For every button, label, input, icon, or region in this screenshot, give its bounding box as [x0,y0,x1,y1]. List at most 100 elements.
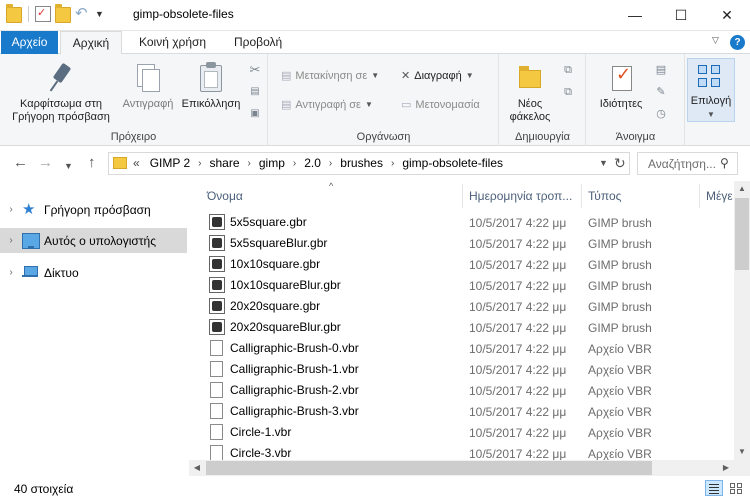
breadcrumb-item[interactable]: 2.0 [304,156,321,170]
new-folder-button[interactable]: Νέος φάκελος [504,62,556,124]
search-input[interactable]: Αναζήτηση... ⚲ [637,152,738,175]
paste-shortcut-icon[interactable]: ▣ [247,106,263,122]
table-row[interactable]: 20x20squareBlur.gbr 10/5/2017 4:22 μμ GI… [201,317,734,338]
table-row[interactable]: Calligraphic-Brush-1.vbr 10/5/2017 4:22 … [201,359,734,380]
column-header-date[interactable]: Ημερομηνία τροπ... [463,184,582,208]
scroll-up-icon[interactable]: ▲ [734,181,750,197]
file-icon [210,445,223,460]
chevron-right-icon[interactable]: › [391,158,394,169]
file-date: 10/5/2017 4:22 μμ [469,300,567,314]
help-icon[interactable]: ? [730,35,745,50]
table-row[interactable]: Calligraphic-Brush-3.vbr 10/5/2017 4:22 … [201,401,734,422]
refresh-icon[interactable]: ↻ [614,153,626,174]
column-header-size[interactable]: Μέγε [700,184,734,208]
new-folder-icon[interactable] [55,4,71,23]
ribbon: Καρφίτσωμα στη Γρήγορη πρόσβαση Αντιγραφ… [0,54,750,146]
close-button[interactable]: ✕ [704,0,750,30]
scrollbar-corner [734,460,750,476]
breadcrumb-item[interactable]: GIMP 2 [150,156,190,170]
chevron-right-icon[interactable]: › [293,158,296,169]
scroll-left-icon[interactable]: ◀ [189,460,205,476]
maximize-button[interactable]: ☐ [658,0,704,30]
organize-group: ▤ Μετακίνηση σε ▼ ▤ Αντιγραφή σε ▼ ✕ Δια… [269,54,499,146]
new-item-icon[interactable]: ⧉ [560,62,576,78]
tab-file[interactable]: Αρχείο [1,31,58,54]
paste-label: Επικόλληση [181,98,241,110]
scroll-down-icon[interactable]: ▼ [734,444,750,460]
table-row[interactable]: 5x5square.gbr 10/5/2017 4:22 μμ GIMP bru… [201,212,734,233]
chevron-right-icon[interactable]: › [329,158,332,169]
expand-arrow-icon[interactable]: › [0,235,22,246]
cut-icon[interactable]: ✂ [247,62,263,78]
open-icon[interactable]: ▤ [653,62,669,78]
breadcrumb-item[interactable]: gimp-obsolete-files [402,156,503,170]
table-row[interactable]: 10x10squareBlur.gbr 10/5/2017 4:22 μμ GI… [201,275,734,296]
file-date: 10/5/2017 4:22 μμ [469,384,567,398]
table-row[interactable]: 20x20square.gbr 10/5/2017 4:22 μμ GIMP b… [201,296,734,317]
breadcrumb-item[interactable]: gimp [259,156,285,170]
folder-icon [113,157,127,169]
expand-arrow-icon[interactable]: › [0,204,22,215]
paste-button[interactable]: Επικόλληση [180,62,242,111]
tab-view[interactable]: Προβολή [226,31,290,54]
file-type: GIMP brush [588,321,652,335]
column-header-type[interactable]: Τύπος [582,184,700,208]
scrollbar-thumb[interactable] [206,461,652,475]
breadcrumb-item[interactable]: share [210,156,240,170]
properties-icon[interactable] [35,6,51,22]
nav-item-quick-access[interactable]: › ★ Γρήγορη πρόσβαση [0,197,187,222]
rename-icon: ▭ [401,99,412,111]
recent-locations-icon[interactable]: ▼ [64,156,73,176]
scrollbar-thumb[interactable] [735,198,749,270]
table-row[interactable]: 10x10square.gbr 10/5/2017 4:22 μμ GIMP b… [201,254,734,275]
copy-path-icon[interactable]: ▤ [247,84,263,100]
search-placeholder: Αναζήτηση... [648,157,716,171]
minimize-button[interactable]: — [612,0,658,30]
file-name: Calligraphic-Brush-1.vbr [230,362,359,376]
address-dropdown-icon[interactable]: ▼ [599,158,608,168]
horizontal-scrollbar[interactable]: ◀ ▶ [189,460,734,476]
forward-arrow-icon[interactable]: → [38,153,53,173]
tab-share[interactable]: Κοινή χρήση [131,31,214,54]
large-icons-view-button[interactable] [727,480,745,496]
copy-to-button[interactable]: ▤ Αντιγραφή σε ▼ [281,96,373,114]
delete-button[interactable]: ✕ Διαγραφή ▼ [401,67,474,85]
table-row[interactable]: 5x5squareBlur.gbr 10/5/2017 4:22 μμ GIMP… [201,233,734,254]
tab-home[interactable]: Αρχική [60,31,122,55]
edit-icon[interactable]: ✎ [653,84,669,100]
expand-arrow-icon[interactable]: › [0,267,22,278]
select-button[interactable]: Επιλογή ▼ [687,58,735,122]
address-bar[interactable]: « GIMP 2 › share › gimp › 2.0 › brushes … [108,152,630,175]
properties-button[interactable]: ✓ Ιδιότητες [593,62,649,111]
history-icon[interactable]: ◷ [653,106,669,122]
pin-to-quick-access-button[interactable]: Καρφίτσωμα στη Γρήγορη πρόσβαση [6,62,116,124]
nav-item-this-pc[interactable]: › Αυτός ο υπολογιστής [0,228,187,253]
expand-ribbon-icon[interactable]: ▽ [712,35,719,46]
column-header-name[interactable]: Όνομα [201,184,463,208]
nav-item-network[interactable]: › Δίκτυο [0,260,187,285]
table-row[interactable]: Circle-1.vbr 10/5/2017 4:22 μμ Αρχείο VB… [201,422,734,443]
chevron-right-icon[interactable]: › [248,158,251,169]
details-view-button[interactable] [705,480,723,496]
easy-access-icon[interactable]: ⧉ [560,84,576,100]
breadcrumb-item[interactable]: brushes [340,156,383,170]
organize-group-label: Οργάνωση [356,131,411,143]
scroll-right-icon[interactable]: ▶ [718,460,734,476]
vertical-scrollbar[interactable]: ▲ ▼ [734,181,750,460]
breadcrumb-overflow[interactable]: « [133,156,140,170]
table-row[interactable]: Calligraphic-Brush-0.vbr 10/5/2017 4:22 … [201,338,734,359]
rename-button[interactable]: ▭ Μετονομασία [401,96,480,114]
quick-access-toolbar: ↶ ▼ [6,4,104,23]
folder-icon[interactable] [6,4,22,23]
move-to-button[interactable]: ▤ Μετακίνηση σε ▼ [281,67,379,85]
copy-button[interactable]: Αντιγραφή [118,62,178,111]
file-date: 10/5/2017 4:22 μμ [469,237,567,251]
up-arrow-icon[interactable]: ↑ [88,153,96,173]
table-row[interactable]: Circle-3.vbr 10/5/2017 4:22 μμ Αρχείο VB… [201,443,734,460]
undo-icon[interactable]: ↶ [75,6,91,22]
back-arrow-icon[interactable]: ← [13,153,28,173]
chevron-right-icon[interactable]: › [198,158,201,169]
table-row[interactable]: Calligraphic-Brush-2.vbr 10/5/2017 4:22 … [201,380,734,401]
search-icon: ⚲ [720,156,729,170]
customize-dropdown-icon[interactable]: ▼ [95,9,104,19]
